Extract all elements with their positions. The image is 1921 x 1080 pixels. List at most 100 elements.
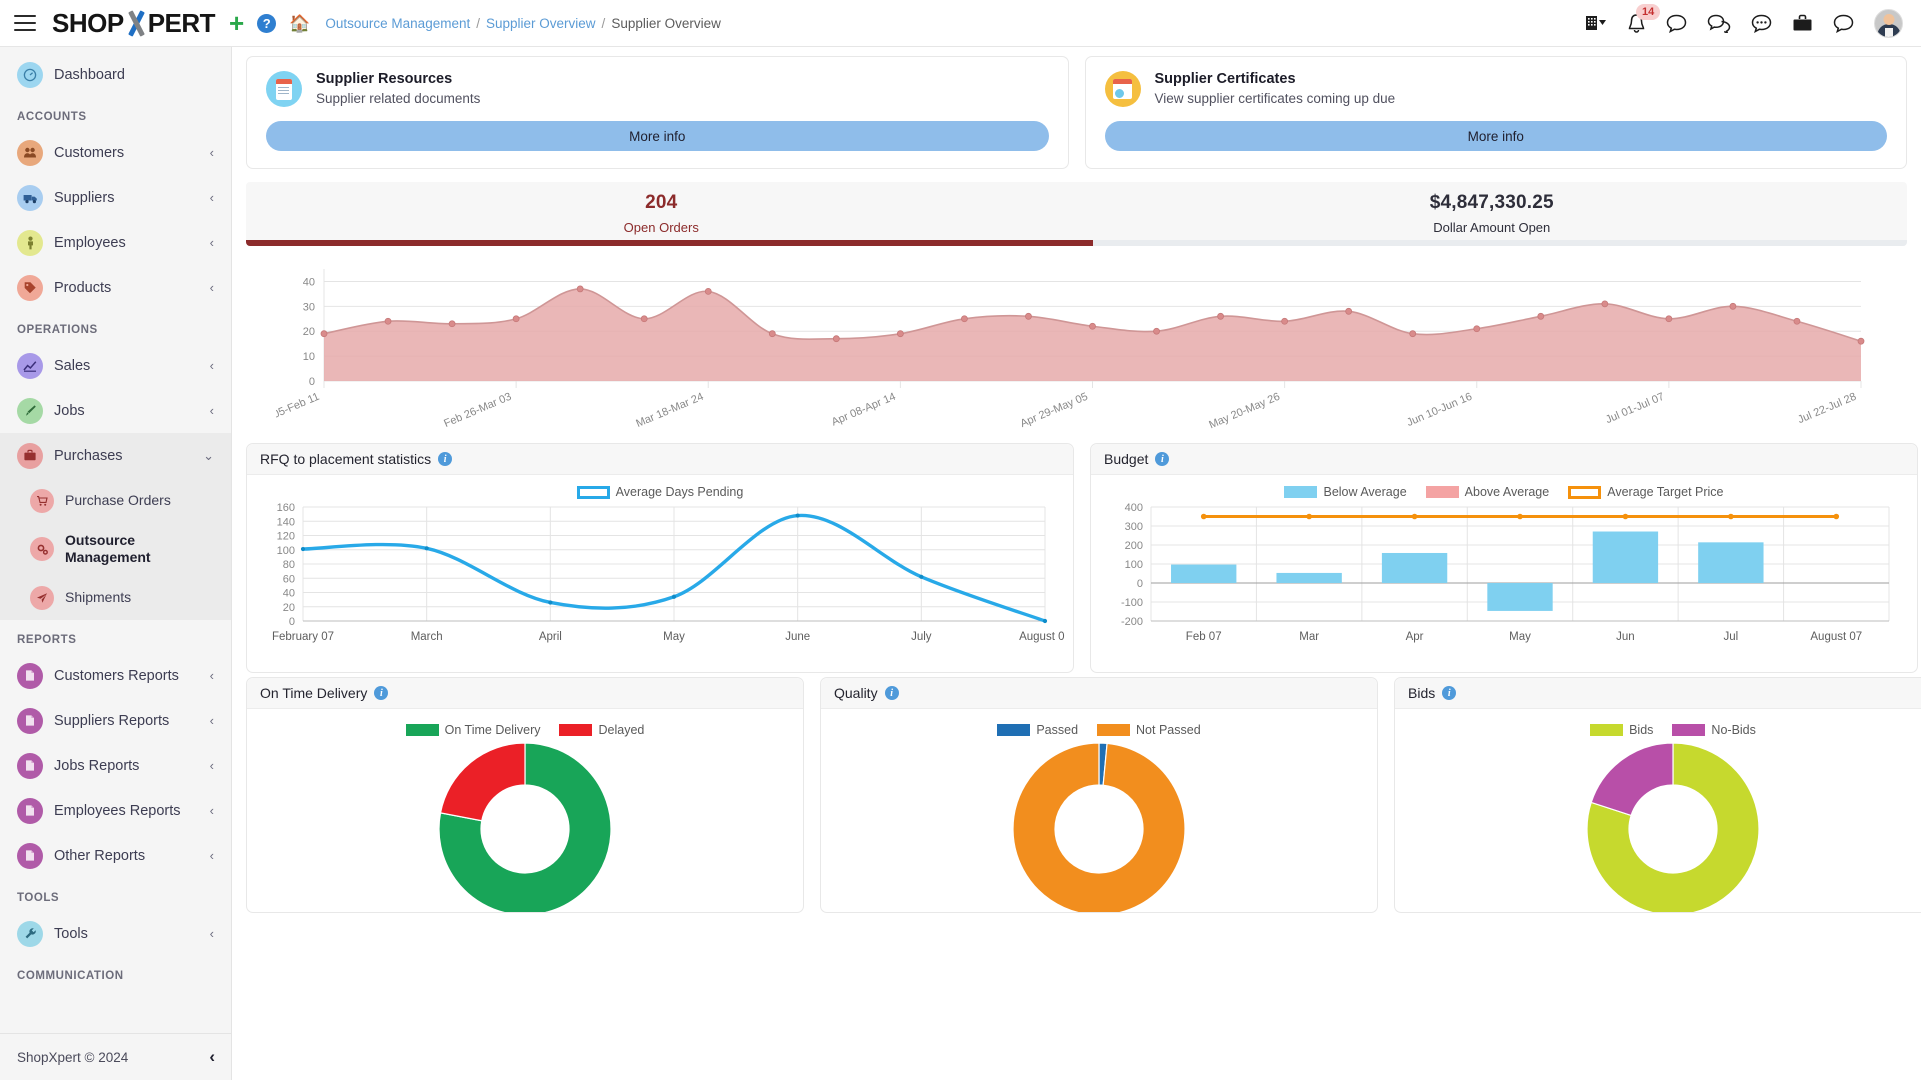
svg-text:July: July [911,631,932,643]
legend-label: No-Bids [1711,723,1755,737]
sidebar-item-label: Suppliers [54,190,114,206]
svg-text:May: May [1509,631,1531,643]
legend-item-not-passed[interactable]: Not Passed [1097,723,1201,737]
briefcase-icon[interactable] [1792,14,1813,33]
sidebar-item-label: Purchases [54,448,123,464]
sidebar-item-customers-reports[interactable]: Customers Reports ‹ [0,653,231,698]
home-icon[interactable]: 🏠 [289,15,310,32]
sidebar-item-suppliers[interactable]: Suppliers ‹ [0,175,231,220]
bids-legend: Bids No-Bids [1403,723,1921,737]
svg-text:20: 20 [283,602,295,614]
sidebar-item-label: Suppliers Reports [54,713,169,729]
help-question-icon[interactable]: ? [257,14,276,33]
sidebar-item-customers[interactable]: Customers ‹ [0,130,231,175]
sidebar-item-other-reports[interactable]: Other Reports ‹ [0,833,231,878]
legend-item-below-average[interactable]: Below Average [1284,485,1406,499]
legend-item-average-days-pending[interactable]: Average Days Pending [577,485,744,499]
panel-body: On Time Delivery Delayed [247,709,803,912]
stats-strip: 204 Open Orders $4,847,330.25 Dollar Amo… [246,182,1907,246]
sidebar-item-suppliers-reports[interactable]: Suppliers Reports ‹ [0,698,231,743]
info-icon[interactable]: i [1155,452,1169,466]
tag-icon [17,275,43,301]
chat-bubble-icon[interactable] [1666,14,1687,33]
supplier-certificates-card: Supplier Certificates View supplier cert… [1085,56,1908,169]
svg-text:March: March [411,631,443,643]
info-icon[interactable]: i [1442,686,1456,700]
more-info-button-certificates[interactable]: More info [1105,121,1888,151]
sidebar-item-label: Tools [54,926,88,942]
sidebar-item-shipments[interactable]: Shipments [0,575,231,620]
legend-swatch [997,724,1030,736]
info-icon[interactable]: i [885,686,899,700]
add-plus-icon[interactable]: + [229,10,244,36]
sidebar-item-tools[interactable]: Tools ‹ [0,911,231,956]
legend-item-no-bids[interactable]: No-Bids [1672,723,1755,737]
card-title: Supplier Resources [316,71,480,87]
svg-text:June: June [785,631,810,643]
more-info-button-resources[interactable]: More info [266,121,1049,151]
svg-text:Apr: Apr [1406,631,1424,643]
bids-donut-svg [1403,737,1921,912]
sidebar-section-operations: OPERATIONS [0,310,231,343]
svg-text:August 07: August 07 [1810,631,1862,643]
svg-text:Mar: Mar [1299,631,1319,643]
sidebar-item-employees-reports[interactable]: Employees Reports ‹ [0,788,231,833]
menu-toggle-icon[interactable] [14,15,36,31]
chat-bubbles-icon[interactable] [1707,14,1731,33]
chevron-left-icon: ‹ [210,146,214,159]
legend-item-above-average[interactable]: Above Average [1426,485,1550,499]
report-icon [17,843,43,869]
sidebar-item-jobs[interactable]: Jobs ‹ [0,388,231,433]
info-icon[interactable]: i [374,686,388,700]
info-cards-row: Supplier Resources Supplier related docu… [246,56,1907,169]
sidebar-item-purchases[interactable]: Purchases ⌄ [0,433,231,478]
sidebar-item-label: Shipments [65,589,131,606]
sidebar-item-sales[interactable]: Sales ‹ [0,343,231,388]
logo-x-icon [125,11,147,36]
svg-text:-200: -200 [1121,616,1143,628]
quality-panel: Quality i Passed Not Passed [820,677,1378,913]
legend-label: Average Days Pending [616,485,744,499]
notification-bell-icon[interactable]: 14 [1627,13,1646,34]
panel-title: Budget [1104,451,1148,467]
panel-title: Bids [1408,685,1435,701]
svg-text:Apr 29-May 05: Apr 29-May 05 [1019,391,1090,430]
breadcrumb-link-outsource-management[interactable]: Outsource Management [325,16,470,31]
gears-icon [30,537,54,561]
stat-label: Open Orders [246,220,1077,235]
legend-swatch [577,486,610,499]
stat-value: $4,847,330.25 [1077,192,1908,214]
svg-text:Jul 22-Jul 28: Jul 22-Jul 28 [1796,391,1858,426]
chat-dots-icon[interactable] [1751,14,1772,33]
sidebar-item-jobs-reports[interactable]: Jobs Reports ‹ [0,743,231,788]
sidebar-item-products[interactable]: Products ‹ [0,265,231,310]
svg-text:Feb 05-Feb 11: Feb 05-Feb 11 [276,391,321,430]
legend-item-passed[interactable]: Passed [997,723,1078,737]
report-icon [17,663,43,689]
sidebar-item-dashboard[interactable]: Dashboard [0,52,231,97]
legend-item-on-time-delivery[interactable]: On Time Delivery [406,723,541,737]
message-icon[interactable] [1833,14,1854,33]
sidebar-item-employees[interactable]: Employees ‹ [0,220,231,265]
app-logo[interactable]: SHOP PERT [52,10,215,36]
building-dropdown-icon[interactable] [1585,14,1607,32]
info-icon[interactable]: i [438,452,452,466]
logo-shop-text: SHOP [52,10,124,36]
stat-dollar-amount: $4,847,330.25 Dollar Amount Open [1077,182,1908,246]
sidebar-item-purchase-orders[interactable]: Purchase Orders [0,478,231,523]
panel-title: RFQ to placement statistics [260,451,431,467]
sidebar-item-label: Purchase Orders [65,492,171,509]
legend-item-bids[interactable]: Bids [1590,723,1653,737]
svg-text:100: 100 [1125,559,1143,571]
panel-body: Average Days Pending 0204060801001201401… [247,475,1073,672]
top-bar: SHOP PERT + ? 🏠 Outsource Management / S… [0,0,1921,47]
legend-item-average-target-price[interactable]: Average Target Price [1568,485,1723,499]
sidebar-item-outsource-management[interactable]: Outsource Management [0,523,231,575]
sidebar-collapse-icon[interactable]: ‹ [209,1047,215,1067]
breadcrumb-link-supplier-overview[interactable]: Supplier Overview [486,16,596,31]
user-avatar[interactable] [1874,9,1903,38]
people-icon [17,140,43,166]
legend-label: Above Average [1465,485,1550,499]
legend-item-delayed[interactable]: Delayed [559,723,644,737]
legend-label: Passed [1036,723,1078,737]
